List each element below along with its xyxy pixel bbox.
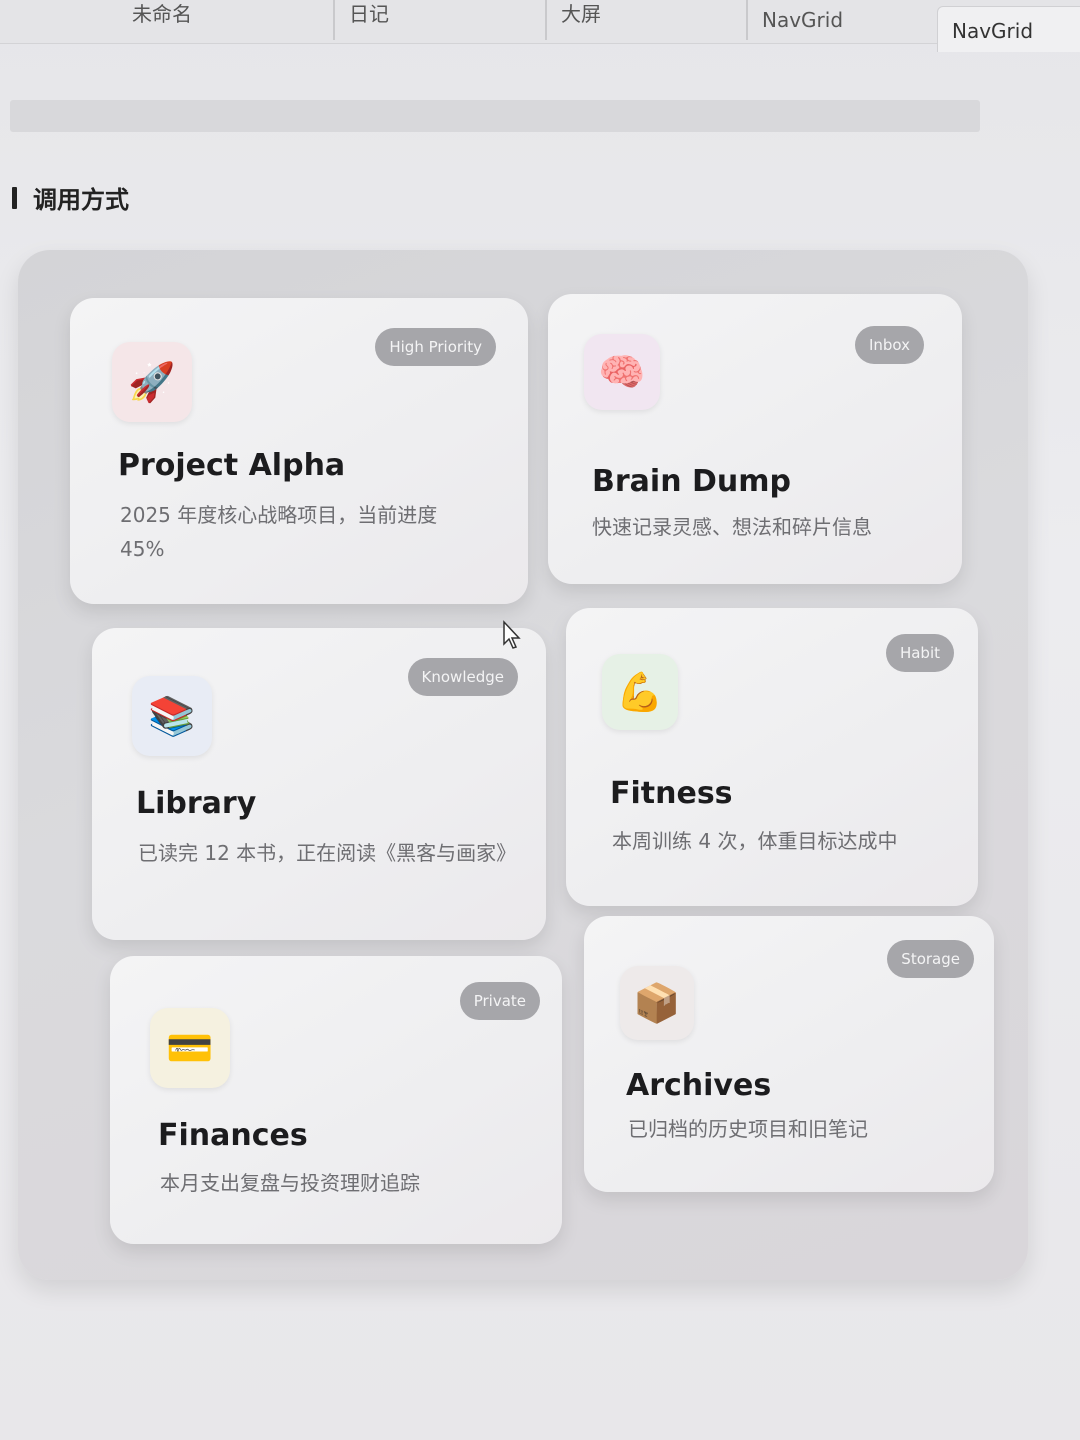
- card-description: 快速记录灵感、想法和碎片信息: [592, 515, 872, 539]
- card-archives[interactable]: 📦 Storage Archives 已归档的历史项目和旧笔记: [584, 916, 994, 1192]
- private-badge: Private: [459, 982, 540, 1020]
- tab-label: NavGrid: [952, 19, 1034, 43]
- card-description: 2025 年度核心战略项目，当前进度 45%: [120, 503, 438, 561]
- page: 未命名 日记 大屏 NavGrid NavGrid 调用方式 🚀 High Pr…: [0, 0, 1080, 1440]
- books-icon: 📚: [148, 693, 196, 738]
- card-description: 已读完 12 本书，正在阅读《黑客与画家》: [138, 841, 517, 865]
- tab-bar: 未命名 日记 大屏 NavGrid NavGrid: [0, 0, 1080, 52]
- inbox-badge: Inbox: [854, 326, 924, 364]
- section-title: 调用方式: [33, 186, 129, 214]
- card-title: Fitness: [610, 776, 733, 811]
- brain-icon: 🧠: [598, 349, 646, 394]
- nav-grid-panel: 🚀 High Priority Project Alpha 2025 年度核心战…: [18, 250, 1028, 1280]
- tab-label: 大屏: [561, 2, 601, 26]
- card-title: Archives: [626, 1068, 772, 1103]
- card-project-alpha[interactable]: 🚀 High Priority Project Alpha 2025 年度核心战…: [70, 298, 528, 604]
- code-block-strip: [10, 100, 980, 132]
- tab-label: 日记: [349, 2, 389, 26]
- card-description: 已归档的历史项目和旧笔记: [628, 1117, 868, 1141]
- credit-card-icon: 💳: [166, 1025, 214, 1070]
- rocket-icon: 🚀: [112, 342, 192, 422]
- brain-icon: 🧠: [584, 334, 660, 410]
- card-brain-dump[interactable]: 🧠 Inbox Brain Dump 快速记录灵感、想法和碎片信息: [548, 294, 962, 584]
- card-description: 本月支出复盘与投资理财追踪: [160, 1171, 420, 1195]
- tab-navgrid-active[interactable]: NavGrid: [937, 6, 1080, 52]
- card-fitness[interactable]: 💪 Habit Fitness 本周训练 4 次，体重目标达成中: [566, 608, 978, 906]
- books-icon: 📚: [132, 676, 212, 756]
- storage-badge: Storage: [887, 940, 974, 978]
- priority-badge: High Priority: [375, 328, 496, 366]
- card-title: Project Alpha: [118, 448, 346, 483]
- habit-badge: Habit: [885, 634, 954, 672]
- tab-untitled[interactable]: 未命名: [118, 0, 333, 40]
- tab-label: NavGrid: [762, 8, 844, 32]
- card-title: Brain Dump: [592, 464, 791, 499]
- package-icon: 📦: [620, 966, 694, 1040]
- card-title: Finances: [158, 1118, 308, 1153]
- card-title: Library: [136, 786, 257, 821]
- card-finances[interactable]: 💳 Private Finances 本月支出复盘与投资理财追踪: [110, 956, 562, 1244]
- knowledge-badge: Knowledge: [407, 658, 518, 696]
- tab-navgrid[interactable]: NavGrid: [746, 0, 936, 40]
- rocket-icon: 🚀: [128, 359, 176, 404]
- section-heading: 调用方式: [12, 180, 129, 215]
- credit-card-icon: 💳: [150, 1008, 230, 1088]
- flexed-biceps-icon: 💪: [616, 669, 664, 714]
- card-library[interactable]: 📚 Knowledge Library 已读完 12 本书，正在阅读《黑客与画家…: [92, 628, 546, 940]
- tab-dashboard[interactable]: 大屏: [545, 0, 745, 40]
- card-description: 本周训练 4 次，体重目标达成中: [612, 829, 898, 853]
- package-icon: 📦: [633, 980, 681, 1025]
- tab-label: 未命名: [132, 2, 192, 26]
- mouse-cursor-icon: [503, 620, 521, 649]
- heading-marker: [12, 186, 17, 209]
- flexed-biceps-icon: 💪: [602, 654, 678, 730]
- tab-diary[interactable]: 日记: [333, 0, 545, 40]
